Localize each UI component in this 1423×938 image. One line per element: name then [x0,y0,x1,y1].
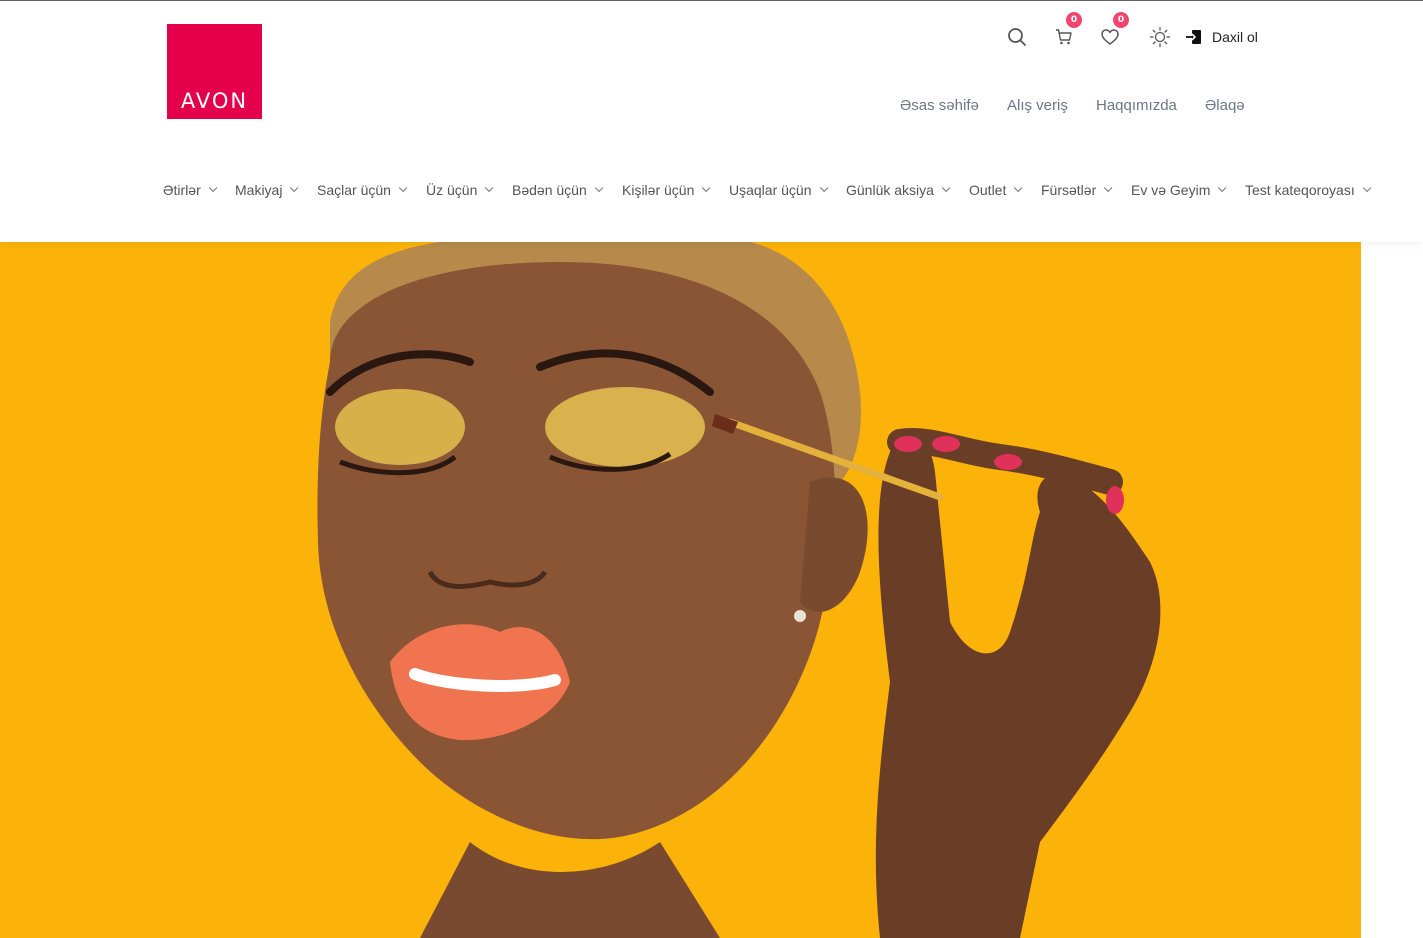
chevron-down-icon [819,183,828,193]
cart-button[interactable] [1054,27,1074,47]
category-label: Kişilər üçün [622,182,695,198]
chevron-down-icon [1014,183,1023,193]
logo-text: AVON [180,89,249,113]
heart-icon [1101,29,1119,45]
category-label: Test kateqoroyası [1245,182,1355,198]
login-icon [1186,30,1201,44]
hero-banner[interactable] [0,242,1361,938]
category-outlet[interactable]: Outlet [969,182,1023,198]
category-daily-deal[interactable]: Günlük aksiya [846,182,951,198]
chevron-down-icon [941,183,951,193]
nav-contact[interactable]: Əlaqə [1205,97,1245,114]
chevron-down-icon [208,183,218,193]
category-label: Fürsətlər [1041,182,1097,198]
category-label: Bədən üçün [512,182,587,198]
avon-logo[interactable]: AVON [167,24,262,119]
category-label: Günlük aksiya [846,182,934,198]
cart-icon [1056,29,1072,45]
login-button[interactable]: Daxil ol [1185,27,1258,47]
category-hair[interactable]: Saçlar üçün [317,182,408,198]
chevron-down-icon [594,183,604,193]
login-label: Daxil ol [1212,29,1258,45]
category-label: Makiyaj [235,182,283,198]
category-offers[interactable]: Fürsətlər [1041,182,1113,198]
nav-about[interactable]: Haqqımızda [1096,97,1177,114]
category-body[interactable]: Bədən üçün [512,182,604,198]
theme-toggle-button[interactable] [1149,26,1171,48]
chevron-down-icon [702,183,711,193]
chevron-down-icon [1362,183,1372,193]
site-header: AVON 0 0 Daxil ol Əsas səhifə Alış veriş… [0,1,1423,242]
search-icon [1008,28,1026,46]
eyeshadow-right [545,387,705,467]
category-label: Outlet [969,182,1007,198]
category-perfumes[interactable]: Ətirlər [163,182,218,198]
category-test[interactable]: Test kateqoroyası [1245,182,1372,198]
category-label: Ətirlər [163,182,201,198]
wishlist-button[interactable] [1100,27,1120,47]
nav-shop[interactable]: Alış veriş [1007,97,1068,114]
wishlist-count-badge: 0 [1113,12,1129,28]
cart-count-badge: 0 [1066,12,1082,28]
chevron-down-icon [1218,183,1227,193]
category-home-apparel[interactable]: Ev və Geyim [1131,182,1227,198]
search-button[interactable] [1007,27,1027,47]
hero-image [0,242,1361,938]
category-men[interactable]: Kişilər üçün [622,182,711,198]
chevron-down-icon [485,183,494,193]
earring [794,610,806,622]
category-label: Ev və Geyim [1131,182,1211,198]
category-label: Üz üçün [426,182,478,198]
sun-icon [1149,26,1171,48]
category-makeup[interactable]: Makiyaj [235,182,299,198]
category-face[interactable]: Üz üçün [426,182,494,198]
category-kids[interactable]: Uşaqlar üçün [729,182,828,198]
eyeshadow-left [335,389,465,465]
chevron-down-icon [290,183,299,193]
nav-home[interactable]: Əsas səhifə [900,97,979,114]
category-label: Saçlar üçün [317,182,391,198]
chevron-down-icon [398,183,408,193]
chevron-down-icon [1104,183,1113,193]
category-label: Uşaqlar üçün [729,182,812,198]
